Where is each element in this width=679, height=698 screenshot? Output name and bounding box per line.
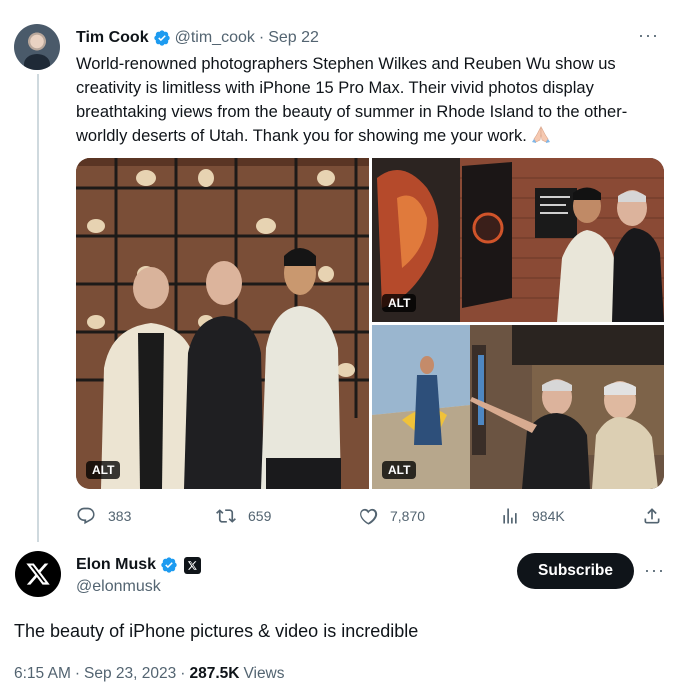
repost-icon bbox=[216, 509, 236, 523]
alt-text-badge[interactable]: ALT bbox=[86, 461, 121, 479]
x-logo-icon bbox=[26, 563, 50, 585]
like-count: 7,870 bbox=[390, 508, 426, 524]
views-count: 287.5K bbox=[189, 665, 240, 682]
tweet-date[interactable]: Sep 22 bbox=[268, 29, 319, 47]
share-icon bbox=[644, 508, 660, 524]
header-separator: · bbox=[258, 29, 265, 46]
meta-separator: · bbox=[74, 665, 81, 682]
more-options-icon[interactable]: ··· bbox=[638, 25, 659, 46]
tweet-metadata: 6:15 AM · Sep 23, 2023 · 287.5K Views bbox=[14, 665, 285, 683]
views-button[interactable]: 984K bbox=[500, 502, 565, 530]
alt-text-badge[interactable]: ALT bbox=[382, 461, 417, 479]
x-affiliate-badge-icon bbox=[184, 556, 202, 574]
author-name[interactable]: Elon Musk bbox=[76, 556, 156, 574]
subscribe-button[interactable]: Subscribe bbox=[517, 553, 634, 589]
meta-separator: · bbox=[180, 665, 186, 682]
reply-count: 383 bbox=[108, 508, 132, 524]
thread-connector-line bbox=[37, 74, 39, 542]
reply-button[interactable]: 383 bbox=[76, 502, 131, 530]
more-options-icon[interactable]: ··· bbox=[644, 560, 665, 581]
tweet-time[interactable]: 6:15 AM bbox=[14, 665, 71, 683]
heart-icon bbox=[360, 508, 378, 525]
author-handle[interactable]: @tim_cook bbox=[175, 29, 255, 47]
tim-cook-avatar[interactable] bbox=[14, 24, 60, 70]
alt-text-badge[interactable]: ALT bbox=[382, 294, 417, 312]
elon-musk-avatar[interactable] bbox=[15, 551, 61, 597]
tweet-text: The beauty of iPhone pictures & video is… bbox=[14, 621, 419, 641]
reply-icon bbox=[77, 507, 95, 525]
author-name[interactable]: Tim Cook bbox=[76, 29, 149, 47]
verified-badge-icon bbox=[160, 556, 178, 574]
verified-badge-icon bbox=[153, 29, 171, 47]
tweet-author-row: Elon Musk bbox=[76, 556, 202, 574]
like-button[interactable]: 7,870 bbox=[358, 502, 425, 530]
photo-gallery-viewing[interactable]: ALT bbox=[372, 158, 664, 322]
media-grid: ALT ALT ALT bbox=[76, 158, 664, 489]
views-count: 984K bbox=[532, 508, 565, 524]
share-button[interactable] bbox=[642, 502, 674, 530]
repost-button[interactable]: 659 bbox=[216, 502, 271, 530]
quoted-tweet-header: Tim Cook @tim_cook · Sep 22 ··· bbox=[76, 25, 659, 49]
quoted-tweet-text: World-renowned photographers Stephen Wil… bbox=[76, 52, 661, 148]
folded-hands-emoji-icon bbox=[531, 126, 551, 144]
tweet-date[interactable]: Sep 23, 2023 bbox=[84, 665, 176, 683]
photo-pointing-at-print[interactable]: ALT bbox=[372, 325, 664, 489]
tweet-actions-bar: 383 659 7,870 984K bbox=[76, 502, 664, 530]
repost-count: 659 bbox=[248, 508, 272, 524]
views-label: Views bbox=[243, 665, 285, 682]
author-handle[interactable]: @elonmusk bbox=[76, 578, 161, 596]
views-chart-icon bbox=[503, 508, 517, 524]
photo-group-portrait[interactable]: ALT bbox=[76, 158, 369, 489]
